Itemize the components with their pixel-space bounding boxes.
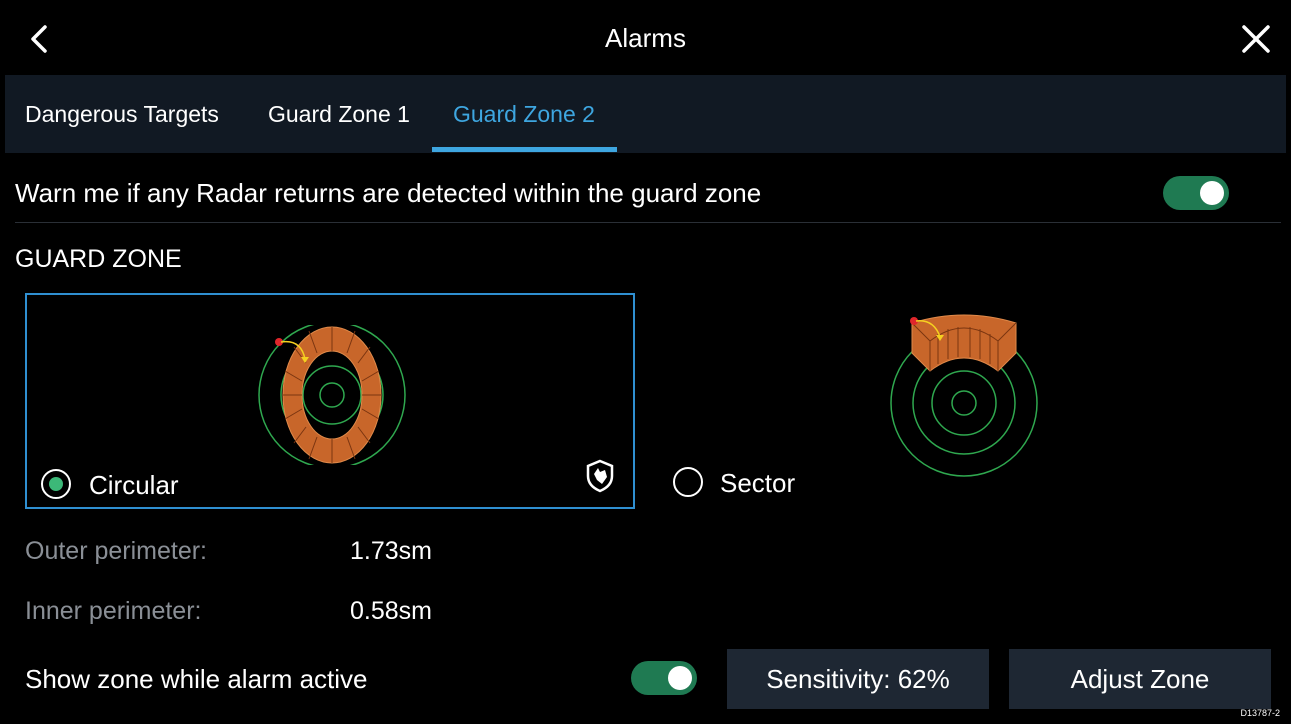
- tab-bar: Dangerous Targets Guard Zone 1 Guard Zon…: [5, 75, 1286, 153]
- adjust-zone-button[interactable]: Adjust Zone: [1009, 649, 1271, 709]
- show-zone-label: Show zone while alarm active: [25, 664, 368, 694]
- radio-selected-dot: [49, 477, 63, 491]
- circular-option[interactable]: Circular: [25, 293, 635, 509]
- outer-perimeter-value[interactable]: 1.73sm: [350, 537, 432, 566]
- toggle-knob: [668, 666, 692, 690]
- active-tab-indicator: [432, 147, 617, 152]
- tab-guard-zone-1[interactable]: Guard Zone 1: [268, 101, 410, 128]
- warn-label: Warn me if any Radar returns are detecte…: [15, 178, 762, 208]
- document-code: D13787-2: [1240, 708, 1280, 718]
- inner-perimeter-label: Inner perimeter:: [25, 597, 202, 625]
- page-title: Alarms: [605, 23, 686, 53]
- sector-radio[interactable]: [673, 467, 703, 497]
- warn-row: Warn me if any Radar returns are detecte…: [5, 155, 1286, 223]
- show-zone-toggle[interactable]: [631, 661, 697, 695]
- sector-zone-icon: [890, 314, 1038, 477]
- inner-perimeter-value[interactable]: 0.58sm: [350, 597, 432, 626]
- warn-toggle[interactable]: [1163, 176, 1229, 210]
- outer-perimeter-label: Outer perimeter:: [25, 537, 208, 565]
- circular-label: Circular: [89, 470, 179, 500]
- close-icon[interactable]: [1238, 21, 1274, 57]
- circular-radio[interactable]: [41, 469, 71, 499]
- divider: [15, 222, 1281, 223]
- watchdog-shield-icon: [586, 459, 614, 493]
- tab-dangerous-targets[interactable]: Dangerous Targets: [25, 101, 219, 128]
- alarms-dialog: Alarms Dangerous Targets Guard Zone 1 Gu…: [5, 5, 1286, 719]
- toggle-knob: [1200, 181, 1224, 205]
- sensitivity-button[interactable]: Sensitivity: 62%: [727, 649, 989, 709]
- tab-guard-zone-2[interactable]: Guard Zone 2: [453, 101, 595, 128]
- section-title: GUARD ZONE: [15, 245, 182, 273]
- circular-zone-icon: [258, 325, 406, 465]
- sector-label: Sector: [720, 468, 796, 498]
- header-bar: Alarms: [5, 5, 1286, 73]
